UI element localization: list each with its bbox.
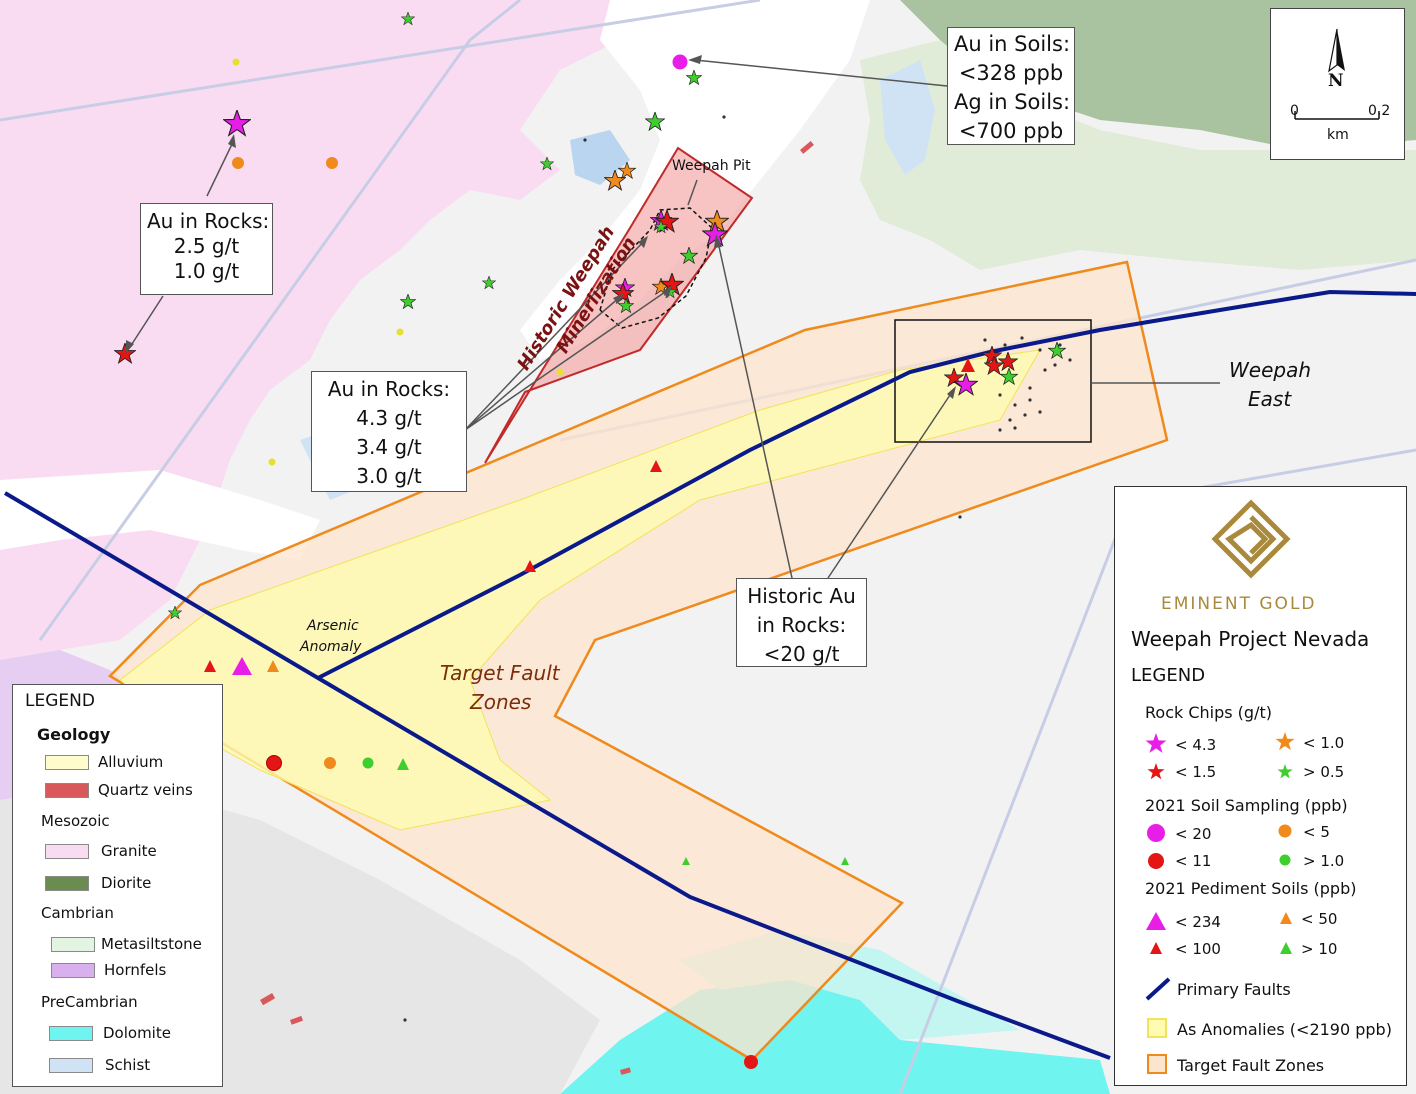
rock-chip-label-orange: < 1.0 (1303, 734, 1345, 752)
legend-item-label: Metasiltstone (101, 935, 202, 953)
quartz-veins-swatch (45, 783, 89, 798)
scale-unit-label: km (1327, 127, 1349, 143)
callout-line: in Rocks: (756, 613, 847, 637)
pediment-label-magenta: < 234 (1175, 913, 1221, 931)
callout-historic-au: Historic Au in Rocks: <20 g/t (736, 578, 867, 667)
green-triangle-icon (1280, 942, 1292, 954)
legend-item-label: Hornfels (104, 961, 167, 979)
callout-au-rocks-center: Au in Rocks: 4.3 g/t 3.4 g/t 3.0 g/t (311, 371, 467, 492)
legend-item-label: Schist (105, 1056, 151, 1074)
orange-circle-icon (1278, 824, 1292, 838)
as-anomalies-swatch (1147, 1018, 1167, 1038)
brand-name: EMINENT GOLD (1161, 594, 1317, 614)
dolomite-swatch (49, 1026, 93, 1041)
callout-line: Au in Rocks: (327, 377, 451, 401)
magenta-circle-icon (1147, 824, 1165, 842)
rock-chips-heading: Rock Chips (g/t) (1145, 703, 1272, 722)
legend-section-mesozoic: Mesozoic (41, 812, 110, 830)
ag-in-soils-value: <700 ppb (958, 119, 1064, 143)
red-triangle-icon (1150, 942, 1162, 954)
callout-au-rocks-west: Au in Rocks: 2.5 g/t 1.0 g/t (140, 203, 273, 295)
primary-faults-label: Primary Faults (1177, 980, 1291, 999)
legend-section-geology: Geology (37, 725, 111, 744)
granite-swatch (45, 844, 89, 859)
hornfels-swatch (51, 963, 95, 978)
legend-item-label: Diorite (101, 874, 152, 892)
green-circle-icon (1279, 854, 1291, 866)
legend-item-label: Quartz veins (98, 781, 193, 799)
scale-start-label: 0 (1290, 103, 1299, 119)
soil-sampling-heading: 2021 Soil Sampling (ppb) (1145, 796, 1348, 815)
legend-left-title: LEGEND (25, 691, 95, 711)
orange-star-icon (1275, 732, 1295, 751)
soil-label-magenta: < 20 (1175, 825, 1212, 843)
weepah-east-label-1: Weepah (1229, 358, 1311, 382)
project-legend: EMINENT GOLD Weepah Project Nevada LEGEN… (1114, 486, 1407, 1086)
target-fault-zones-label: Target Fault Zones (1177, 1056, 1325, 1075)
ag-in-soils-title: Ag in Soils: (954, 90, 1071, 114)
alluvium-swatch (45, 755, 89, 770)
callout-au-ag-soils: Au in Soils: <328 ppb Ag in Soils: <700 … (947, 27, 1075, 145)
au-in-soils-title: Au in Soils: (954, 32, 1071, 56)
soil-label-green: > 1.0 (1303, 852, 1345, 870)
legend-right-title: LEGEND (1131, 665, 1206, 686)
metasiltstone-swatch (51, 937, 95, 952)
rock-chip-label-magenta: < 4.3 (1175, 736, 1217, 754)
legend-item-label: Alluvium (98, 753, 164, 771)
diorite-swatch (45, 876, 89, 891)
arsenic-label-1: Arsenic (306, 618, 359, 634)
scale-north-box: N 0 0.2 km (1270, 8, 1405, 160)
arsenic-label-2: Anomaly (299, 639, 362, 655)
magenta-triangle-icon (1146, 912, 1166, 930)
target-fault-label-2: Zones (469, 690, 531, 714)
eminent-gold-logo-icon (1211, 499, 1291, 579)
as-anomalies-label: As Anomalies (<2190 ppb) (1177, 1020, 1392, 1039)
red-circle-icon (1148, 853, 1164, 869)
legend-section-cambrian: Cambrian (41, 904, 114, 922)
geology-legend: LEGEND Geology Alluvium Quartz veins Mes… (12, 684, 223, 1087)
project-title: Weepah Project Nevada (1131, 627, 1370, 651)
rock-chip-label-green: > 0.5 (1303, 763, 1345, 781)
legend-item-label: Granite (101, 842, 157, 860)
pediment-label-red: < 100 (1175, 940, 1221, 958)
pediment-label-green: > 10 (1301, 940, 1338, 958)
soil-sample-magenta (672, 54, 688, 70)
schist-swatch (49, 1058, 93, 1073)
legend-section-precambrian: PreCambrian (41, 993, 138, 1011)
pediment-label-orange: < 50 (1301, 910, 1338, 928)
target-fault-label-1: Target Fault (440, 661, 561, 685)
north-label: N (1328, 71, 1344, 91)
callout-line: 1.0 g/t (173, 259, 240, 283)
primary-fault-line-icon (1145, 977, 1171, 1001)
callout-line: 3.4 g/t (356, 435, 422, 459)
target-fault-zones-swatch (1147, 1054, 1167, 1074)
legend-item-label: Dolomite (103, 1024, 171, 1042)
au-in-soils-value: <328 ppb (958, 61, 1064, 85)
magenta-star-icon (1145, 733, 1167, 753)
callout-line: 4.3 g/t (356, 406, 422, 430)
callout-line: Historic Au (747, 584, 856, 608)
orange-triangle-icon (1280, 912, 1292, 924)
scale-end-label: 0.2 (1368, 103, 1391, 119)
weepah-pit-label: Weepah Pit (672, 158, 751, 174)
green-star-icon (1277, 764, 1293, 779)
rock-chip-label-red: < 1.5 (1175, 763, 1217, 781)
soil-label-red: < 11 (1175, 852, 1212, 870)
callout-line: <20 g/t (763, 642, 840, 666)
soil-label-orange: < 5 (1303, 823, 1330, 841)
red-star-icon (1147, 763, 1165, 780)
callout-line: 3.0 g/t (356, 464, 422, 488)
weepah-east-label-2: East (1248, 387, 1292, 411)
pediment-soils-heading: 2021 Pediment Soils (ppb) (1145, 879, 1357, 898)
